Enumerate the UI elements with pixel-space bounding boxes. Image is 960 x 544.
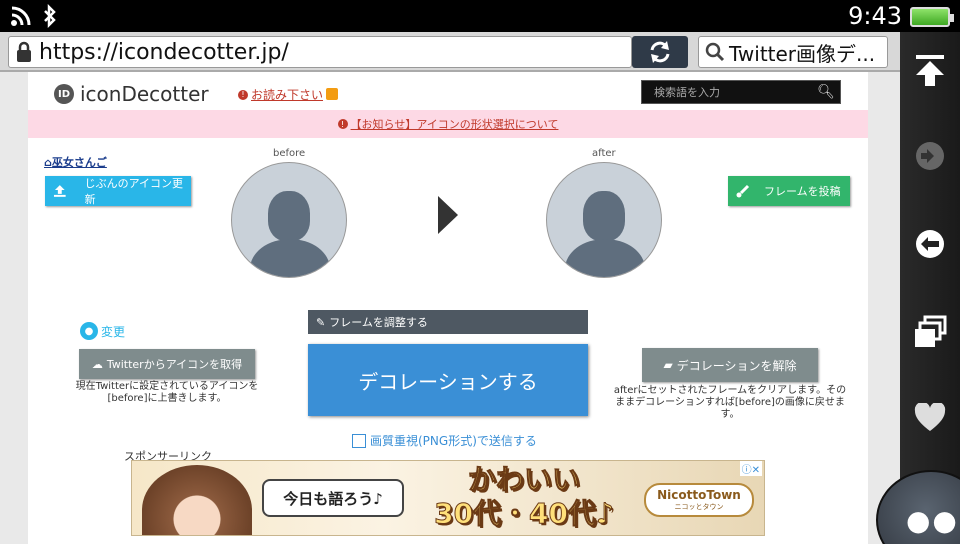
browser-toolbar: https://icondecotter.jp/ Twitter画像デ... bbox=[0, 32, 900, 72]
heart-icon bbox=[914, 403, 946, 431]
user-icon: ● bbox=[80, 322, 98, 340]
wifi-icon bbox=[11, 6, 31, 26]
notice-text: 【お知らせ】アイコンの形状選択について bbox=[350, 118, 559, 131]
ad-banner[interactable]: 今日も語ろう♪ かわいい 30代・40代♪ NicottoTown ニコッとタウ… bbox=[131, 460, 765, 536]
status-bar: 9:43 bbox=[0, 0, 960, 32]
after-label: after bbox=[592, 148, 616, 159]
alert-icon: ! bbox=[238, 89, 248, 100]
twitter-description: 現在Twitterに設定されているアイコンを[before]に上書きします。 bbox=[75, 381, 259, 404]
browser-side-panel bbox=[900, 32, 960, 544]
back-button[interactable] bbox=[910, 224, 950, 264]
reload-button[interactable] bbox=[632, 36, 688, 68]
post-frame-button[interactable]: フレームを投稿 bbox=[728, 176, 850, 206]
ad-headline: かわいい 30代・40代♪ bbox=[414, 463, 634, 531]
site-search-icon[interactable]: 🔍︎ bbox=[812, 84, 840, 100]
notice-bar[interactable]: ! 【お知らせ】アイコンの形状選択について bbox=[28, 110, 868, 138]
scroll-top-button[interactable] bbox=[910, 50, 950, 90]
vita-screen: 9:43 https://icondecotter.jp/ Twitter画像デ… bbox=[0, 0, 960, 544]
upload-icon-button[interactable]: じぶんのアイコン更新 bbox=[45, 176, 191, 206]
browser-search-field[interactable]: Twitter画像デ... bbox=[698, 36, 888, 68]
after-avatar[interactable] bbox=[546, 162, 662, 278]
home-link[interactable]: ⌂巫女さんご bbox=[44, 154, 107, 170]
before-label: before bbox=[273, 148, 306, 159]
ad-logo-main: NicottoTown bbox=[657, 488, 741, 502]
post-frame-label: フレームを投稿 bbox=[764, 185, 841, 198]
site-search-placeholder: 検索語を入力 bbox=[654, 86, 720, 99]
ad-bubble-text: 今日も語ろう♪ bbox=[262, 479, 404, 517]
logo-text: iconDecotter bbox=[80, 82, 209, 106]
arrow-right-icon bbox=[438, 196, 458, 234]
logo-badge: ID bbox=[54, 84, 74, 104]
change-label: 変更 bbox=[101, 324, 126, 339]
page-content: ID iconDecotter ! お読み下さい 検索語を入力 🔍︎ ! 【お知… bbox=[28, 72, 868, 544]
scroll-top-icon bbox=[916, 55, 944, 86]
home-link-label: 巫女さんご bbox=[51, 156, 107, 169]
lock-icon bbox=[17, 41, 31, 62]
ad-info-icon[interactable]: ⓘ✕ bbox=[739, 461, 762, 476]
brush-icon bbox=[736, 184, 750, 198]
ad-line-1: かわいい bbox=[467, 463, 580, 497]
checkbox-box[interactable] bbox=[352, 433, 366, 448]
clock: 9:43 bbox=[848, 2, 902, 30]
ad-line-2: 30代・40代♪ bbox=[434, 497, 615, 531]
browser-search-text: Twitter画像デ... bbox=[729, 41, 876, 66]
url-text: https://icondecotter.jp/ bbox=[39, 39, 289, 65]
cloud-download-icon: ☁ bbox=[91, 357, 103, 371]
upload-icon bbox=[53, 185, 66, 197]
back-icon bbox=[916, 230, 944, 258]
twitter-button-label: Twitterからアイコンを取得 bbox=[106, 358, 243, 371]
edit-icon: ✎ bbox=[316, 315, 326, 329]
get-twitter-icon-button[interactable]: ☁ Twitterからアイコンを取得 bbox=[79, 349, 255, 379]
bookmark-button[interactable] bbox=[910, 398, 950, 438]
reload-icon bbox=[650, 41, 670, 63]
tabs-icon bbox=[915, 315, 947, 347]
site-logo[interactable]: ID iconDecotter bbox=[54, 82, 209, 106]
battery-icon bbox=[910, 7, 954, 27]
rss-icon[interactable] bbox=[326, 88, 338, 100]
home-icon: ⌂ bbox=[44, 156, 52, 169]
png-quality-checkbox[interactable]: 画質重視(PNG形式)で送信する bbox=[352, 432, 537, 449]
forward-button[interactable] bbox=[910, 136, 950, 176]
change-account-link[interactable]: ● 変更 bbox=[80, 322, 125, 340]
before-avatar[interactable] bbox=[231, 162, 347, 278]
png-quality-label: 画質重視(PNG形式)で送信する bbox=[370, 434, 537, 448]
web-page: ID iconDecotter ! お読み下さい 検索語を入力 🔍︎ ! 【お知… bbox=[0, 72, 900, 544]
release-description: afterにセットされたフレームをクリアします。そのままデコレーションすれば[b… bbox=[613, 385, 847, 420]
notice-alert-icon: ! bbox=[337, 119, 348, 129]
ad-logo: NicottoTown ニコッとタウン bbox=[644, 483, 754, 517]
read-me-link[interactable]: ! お読み下さい bbox=[238, 86, 323, 103]
forward-icon bbox=[916, 142, 944, 170]
decorate-button[interactable]: デコレーションする bbox=[308, 344, 588, 416]
adjust-frame-label: フレームを調整する bbox=[329, 316, 428, 329]
adjust-frame-button[interactable]: ✎ フレームを調整する bbox=[308, 310, 588, 334]
url-field[interactable]: https://icondecotter.jp/ bbox=[8, 36, 632, 68]
upload-button-label: じぶんのアイコン更新 bbox=[84, 177, 184, 206]
site-search-input[interactable]: 検索語を入力 🔍︎ bbox=[641, 80, 841, 104]
bluetooth-icon bbox=[44, 4, 56, 28]
eraser-icon: ▰ bbox=[663, 358, 673, 372]
search-icon bbox=[705, 42, 725, 62]
release-decoration-button[interactable]: ▰ デコレーションを解除 bbox=[642, 348, 818, 382]
ad-character-image bbox=[142, 465, 252, 535]
read-me-label: お読み下さい bbox=[251, 88, 324, 102]
release-button-label: デコレーションを解除 bbox=[676, 358, 797, 373]
tabs-button[interactable] bbox=[910, 312, 950, 352]
ad-logo-sub: ニコッとタウン bbox=[674, 503, 724, 511]
